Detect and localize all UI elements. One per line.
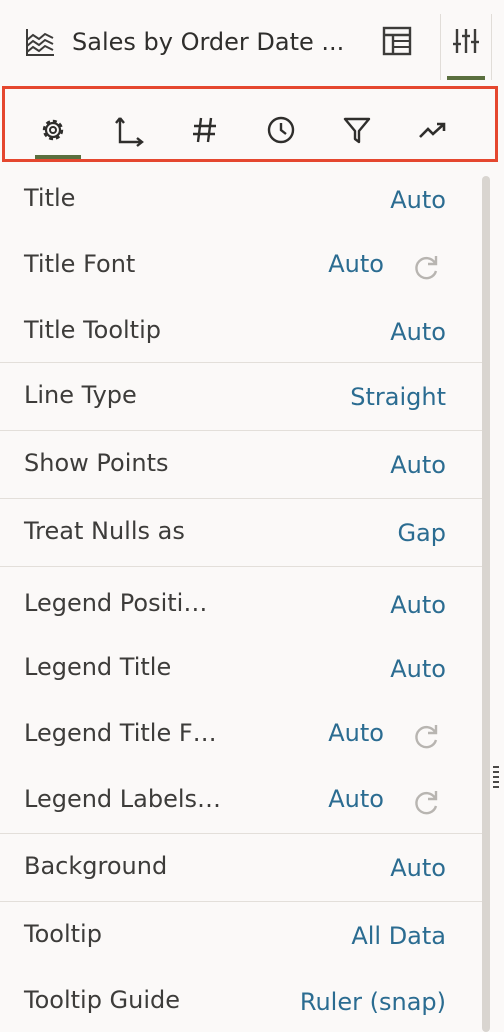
property-row[interactable]: Treat Nulls as Gap: [0, 499, 482, 567]
property-value[interactable]: Auto: [328, 785, 384, 813]
property-value[interactable]: Gap: [397, 519, 446, 547]
property-row[interactable]: Legend Positi… Auto: [0, 567, 482, 633]
line-chart-icon: [26, 29, 54, 56]
property-label: Legend Labels…: [24, 785, 222, 813]
clock-icon: [267, 116, 295, 144]
tab-general[interactable]: [15, 89, 91, 159]
visualization-title: Sales by Order Date ...: [72, 28, 345, 56]
property-value[interactable]: Auto: [390, 591, 446, 619]
property-label: Title: [24, 184, 76, 212]
property-row[interactable]: Legend Title Auto: [0, 633, 482, 699]
active-indicator: [447, 76, 485, 80]
filter-icon: [343, 117, 371, 144]
property-label: Legend Title F…: [24, 719, 217, 747]
property-row[interactable]: Legend Labels… Auto: [0, 765, 482, 833]
property-label: Line Type: [24, 381, 137, 409]
property-row[interactable]: Title Auto: [0, 166, 482, 232]
sliders-icon: [453, 29, 479, 53]
property-label: Background: [24, 852, 168, 880]
property-row[interactable]: Title Tooltip Auto: [0, 298, 482, 362]
property-label: Tooltip Guide: [24, 986, 181, 1014]
scrollbar[interactable]: [482, 176, 490, 1032]
property-value[interactable]: Auto: [390, 186, 446, 214]
property-group-legend: Legend Positi… Auto Legend Title Auto Le…: [0, 567, 482, 834]
panel-header: Sales by Order Date ...: [0, 0, 504, 82]
property-value[interactable]: Straight: [350, 383, 446, 411]
properties-button[interactable]: [440, 14, 492, 80]
trend-icon: [419, 122, 446, 138]
property-row[interactable]: Background Auto: [0, 834, 482, 902]
property-value[interactable]: Auto: [390, 318, 446, 346]
property-value[interactable]: Auto: [328, 250, 384, 278]
reset-icon[interactable]: [412, 252, 442, 282]
property-value[interactable]: Ruler (snap): [300, 988, 446, 1016]
property-label: Tooltip: [24, 920, 102, 948]
reset-icon[interactable]: [412, 721, 442, 751]
property-label: Title Font: [24, 250, 136, 278]
axis-icon: [115, 117, 144, 147]
tab-analytics[interactable]: [395, 89, 471, 159]
tab-time[interactable]: [243, 89, 319, 159]
property-group-tooltip: Tooltip All Data Tooltip Guide Ruler (sn…: [0, 902, 482, 1032]
property-value[interactable]: All Data: [351, 922, 446, 950]
property-row[interactable]: Line Type Straight: [0, 363, 482, 431]
property-value[interactable]: Auto: [390, 854, 446, 882]
gear-icon: [42, 119, 64, 141]
property-row[interactable]: Tooltip All Data: [0, 902, 482, 968]
property-list: Title Auto Title Font Auto Title Tooltip…: [0, 166, 482, 1032]
property-label: Legend Title: [24, 653, 172, 681]
property-group-title: Title Auto Title Font Auto Title Tooltip…: [0, 166, 482, 363]
property-label: Show Points: [24, 449, 169, 477]
property-value[interactable]: Auto: [390, 451, 446, 479]
resize-grip[interactable]: [493, 766, 499, 800]
property-label: Title Tooltip: [24, 316, 161, 344]
tab-filters[interactable]: [319, 89, 395, 159]
property-tabs: [2, 86, 498, 162]
reset-icon[interactable]: [412, 787, 442, 817]
property-label: Treat Nulls as: [24, 517, 185, 545]
property-value[interactable]: Auto: [328, 719, 384, 747]
tab-axis[interactable]: [91, 89, 167, 159]
property-row[interactable]: Tooltip Guide Ruler (snap): [0, 968, 482, 1032]
tab-number-format[interactable]: [167, 89, 243, 159]
property-label: Legend Positi…: [24, 589, 208, 617]
property-row[interactable]: Title Font Auto: [0, 232, 482, 298]
layout-icon[interactable]: [380, 24, 414, 58]
active-tab-indicator: [35, 155, 81, 159]
property-row[interactable]: Show Points Auto: [0, 431, 482, 499]
property-row[interactable]: Legend Title F… Auto: [0, 699, 482, 765]
property-value[interactable]: Auto: [390, 655, 446, 683]
hash-icon: [193, 117, 216, 143]
